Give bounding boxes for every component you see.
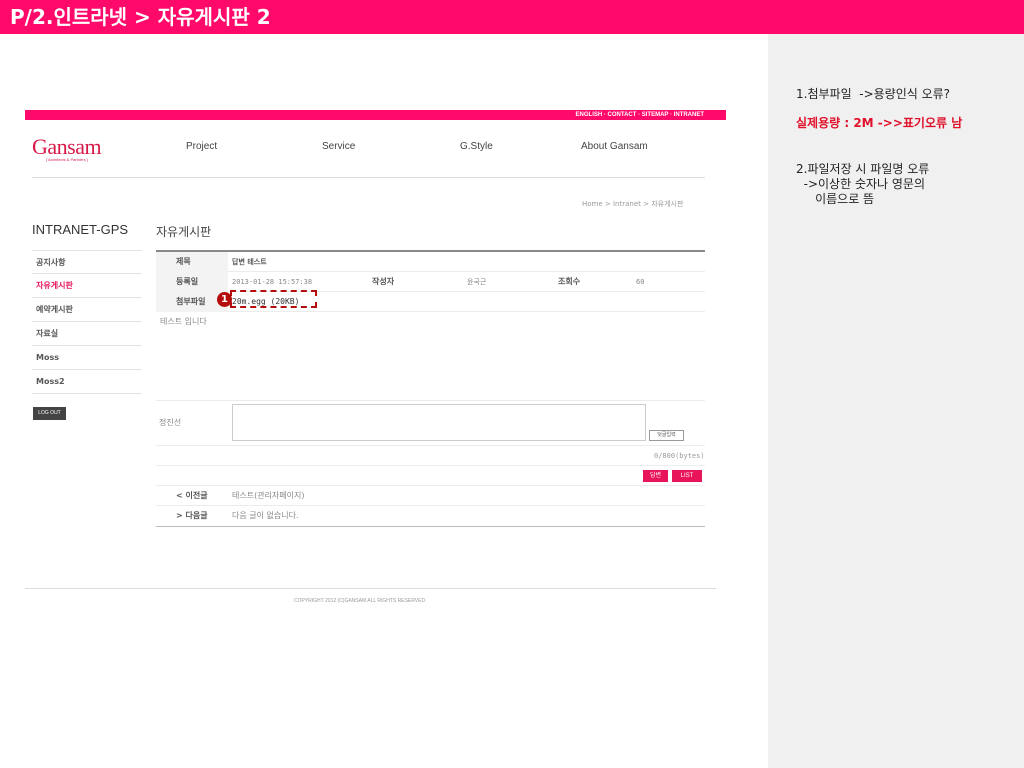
notes-panel: 1.첨부파일 ->용량인식 오류? 실제용량 : 2M ->>표기오류 남 2.… bbox=[768, 34, 1024, 768]
gnb-service[interactable]: Service bbox=[322, 141, 355, 152]
copyright: COPYRIGHT 2012 (C)GANSAM ALL RIGHTS RESE… bbox=[294, 598, 427, 604]
breadcrumb: Home > Intranet > 자유게시판 bbox=[582, 200, 684, 208]
attachment-label: 첨부파일 bbox=[176, 297, 206, 306]
sidebar-item-reservation[interactable]: 예약게시판 bbox=[32, 298, 142, 322]
comment-author-label: 정진선 bbox=[159, 418, 182, 427]
row-meta: 등록일 2013-01-28 15:57:38 작성자 윤국근 조회수 60 bbox=[156, 272, 705, 292]
comment-submit-button[interactable]: 덧글입력 bbox=[649, 430, 684, 441]
footer-divider bbox=[25, 588, 716, 589]
post-content: 테스트 입니다 bbox=[160, 317, 207, 326]
prev-post-link[interactable]: 테스트(관리자페이지) bbox=[232, 486, 304, 506]
author-label: 작성자 bbox=[372, 277, 395, 286]
gnb-divider bbox=[32, 177, 705, 178]
subject-value: 답변 테스트 bbox=[232, 258, 267, 266]
reply-button[interactable]: 답변 bbox=[643, 470, 668, 482]
note-actual-size: 실제용량 : 2M ->>표기오류 남 bbox=[796, 116, 963, 130]
comment-byte-counter: 0/800(bytes) bbox=[654, 452, 705, 460]
views-value: 60 bbox=[636, 278, 645, 286]
prev-label: < 이전글 bbox=[176, 491, 208, 500]
prev-next-nav: < 이전글 테스트(관리자페이지) > 다음글 다음 글이 없습니다. bbox=[156, 485, 705, 527]
author-value: 윤국근 bbox=[467, 278, 487, 286]
comment-input[interactable] bbox=[232, 404, 646, 441]
date-label: 등록일 bbox=[176, 277, 199, 286]
next-label: > 다음글 bbox=[176, 511, 208, 520]
note-filename-error: 2.파일저장 시 파일명 오류 ->이상한 숫자나 영문의 이름으로 뜸 bbox=[796, 162, 930, 206]
sidebar-item-moss[interactable]: Moss bbox=[32, 346, 142, 370]
sidebar-title: INTRANET-GPS bbox=[32, 222, 129, 237]
subject-label: 제목 bbox=[176, 257, 191, 266]
sidebar-item-notice[interactable]: 공지사항 bbox=[32, 250, 142, 274]
sidebar-menu: 공지사항 자유게시판 예약게시판 자료실 Moss Moss2 bbox=[32, 250, 142, 394]
logout-button[interactable]: LOG OUT bbox=[33, 407, 66, 420]
date-value: 2013-01-28 15:57:38 bbox=[232, 278, 313, 286]
divider bbox=[156, 465, 705, 466]
gnb-about[interactable]: About Gansam bbox=[581, 141, 648, 152]
gnb-project[interactable]: Project bbox=[186, 141, 217, 152]
board-title: 자유게시판 bbox=[156, 225, 212, 239]
next-post-text: 다음 글이 없습니다. bbox=[232, 511, 299, 520]
sidebar-item-free-board[interactable]: 자유게시판 bbox=[32, 274, 142, 298]
list-button[interactable]: LIST bbox=[672, 470, 702, 482]
prev-post-row[interactable]: < 이전글 테스트(관리자페이지) bbox=[156, 486, 705, 506]
label-cell bbox=[156, 252, 228, 272]
next-post-row: > 다음글 다음 글이 없습니다. bbox=[156, 506, 705, 526]
logo-subtitle: [ Architects & Partners ] bbox=[46, 157, 88, 162]
annotation-highlight-box bbox=[230, 290, 317, 308]
site-top-bar: ENGLISH · CONTACT · SITEMAP · INTRANET bbox=[25, 110, 726, 120]
note-attachment-size: 1.첨부파일 ->용량인식 오류? bbox=[796, 87, 951, 101]
utility-links[interactable]: ENGLISH · CONTACT · SITEMAP · INTRANET bbox=[576, 110, 704, 120]
row-subject: 제목 답변 테스트 bbox=[156, 252, 705, 272]
gnb-gstyle[interactable]: G.Style bbox=[460, 141, 493, 152]
views-label: 조회수 bbox=[558, 277, 581, 286]
slide-title: P/2.인트라넷 > 자유게시판 2 bbox=[0, 0, 1024, 34]
sidebar-item-moss2[interactable]: Moss2 bbox=[32, 370, 142, 394]
sidebar-item-archive[interactable]: 자료실 bbox=[32, 322, 142, 346]
